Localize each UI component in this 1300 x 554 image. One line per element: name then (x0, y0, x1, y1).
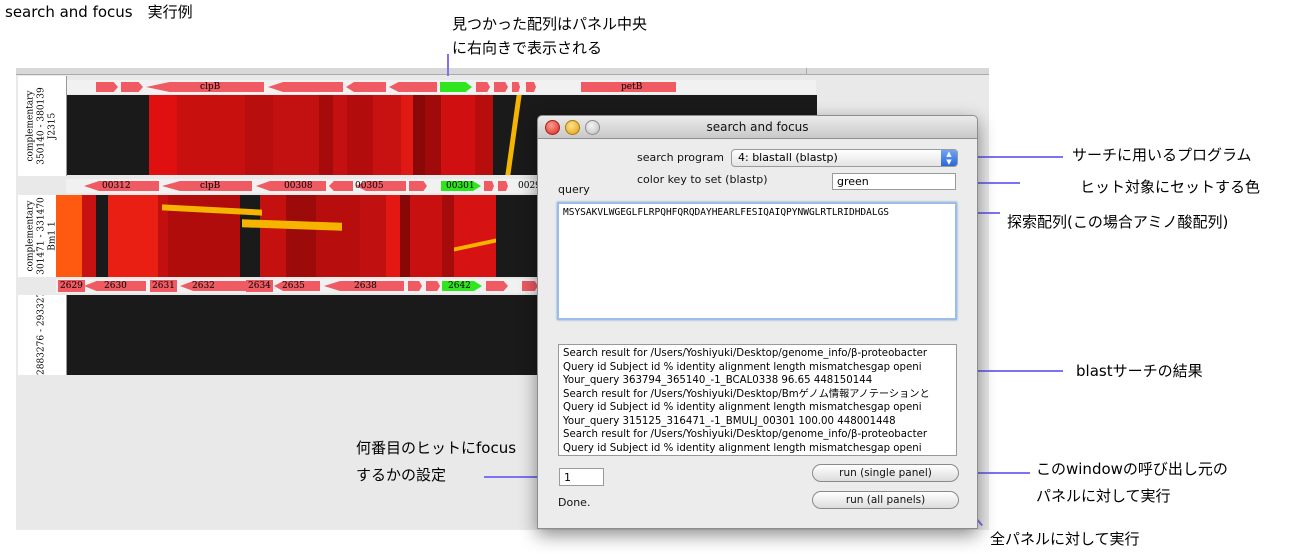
gene-label: 00305 (355, 181, 384, 191)
search-program-value: 4: blastall (blastp) (738, 151, 838, 164)
gene-arrow[interactable] (96, 82, 118, 92)
gene-arrow[interactable] (526, 82, 536, 92)
run-single-panel-button[interactable]: run (single panel) (812, 464, 959, 482)
track-strand: complementary (25, 90, 36, 162)
result-line: Query id Subject id % identity alignment… (563, 361, 922, 373)
gene-arrow[interactable] (498, 181, 508, 191)
track-label-3: 2883276 - 2933275 (18, 295, 67, 375)
search-and-focus-dialog: search and focus search program 4: blast… (537, 115, 978, 529)
gene-arrow[interactable] (409, 181, 427, 191)
found-gene-label: 2642 (448, 281, 471, 291)
result-line: Search result for /Users/Yoshiyuki/Deskt… (563, 388, 930, 400)
gene-arrow[interactable] (426, 281, 440, 291)
page-title: search and focus 実行例 (5, 3, 193, 21)
gene-arrow[interactable] (476, 82, 490, 92)
annotation-hit-index-2: するかの設定 (356, 466, 447, 484)
query-textarea[interactable]: MSYSAKVLWGEGLFLRPQHFQRQDAYHEARLFESIQAIQP… (557, 202, 957, 320)
gene-label: 00312 (102, 181, 131, 191)
color-key-input[interactable]: green (832, 173, 956, 190)
gene-arrow[interactable] (268, 82, 343, 92)
gene-label: 00308 (284, 181, 313, 191)
dialog-title: search and focus (706, 120, 809, 134)
gene-arrow[interactable] (484, 181, 494, 191)
gene-arrow[interactable] (408, 281, 422, 291)
gene-label: petB (621, 82, 643, 92)
result-line: Your_query 315125_316471_-1_BMULJ_00301 … (563, 415, 896, 427)
blast-results-textarea[interactable]: Search result for /Users/Yoshiyuki/Deskt… (558, 344, 957, 456)
status-text: Done. (558, 496, 591, 509)
annotation-blast-result: blastサーチの結果 (1076, 362, 1203, 380)
track-strand: complementary (25, 200, 36, 272)
track-range: 2883276 - 2933275 (36, 295, 47, 375)
result-line: Your_query 363794_365140_-1_BCAL0338 96.… (563, 375, 873, 386)
found-gene-arrow[interactable] (440, 82, 472, 92)
gene-arrow[interactable] (121, 82, 143, 92)
track-range: 301471 - 331470 (36, 197, 47, 275)
annotation-hit-index-1: 何番目のヒットにfocus (356, 439, 517, 457)
annotation-found-seq-1: 見つかった配列はパネル中央 (452, 15, 648, 33)
gene-row-1: clpB petB (66, 80, 816, 94)
browser-tab (806, 68, 987, 74)
dialog-titlebar[interactable]: search and focus (538, 116, 977, 139)
query-label: query (558, 183, 590, 196)
gene-label: 2630 (104, 281, 127, 291)
gene-label: 2631 (150, 280, 177, 292)
annotation-single-panel-2: パネルに対して実行 (1036, 487, 1171, 505)
annotation-all-panels: 全パネルに対して実行 (990, 530, 1140, 548)
search-program-label: search program (637, 151, 724, 164)
track-range: 350140 - 380139 (36, 87, 47, 165)
annotation-query-seq: 探索配列(この場合アミノ酸配列) (1007, 213, 1229, 231)
gene-arrow[interactable] (522, 281, 538, 291)
callout-line (447, 54, 449, 76)
gene-label: clpB (200, 181, 221, 191)
annotation-search-program: サーチに用いるプログラム (1072, 146, 1252, 164)
result-line: Query id Subject id % identity alignment… (563, 402, 922, 413)
result-line: Query id Subject id % identity alignment… (563, 442, 922, 454)
gene-arrow[interactable] (486, 281, 508, 291)
gene-arrow[interactable] (389, 82, 437, 92)
gene-label: 2629 (58, 280, 85, 292)
color-key-label: color key to set (blastp) (637, 173, 768, 186)
gene-label: 2634 (246, 280, 273, 292)
gene-arrow[interactable] (494, 82, 508, 92)
annotation-found-seq-2: に右向きで表示される (452, 39, 603, 57)
run-all-panels-button[interactable]: run (all panels) (812, 491, 959, 509)
gene-label: 2632 (192, 281, 215, 291)
gene-arrow[interactable] (329, 181, 353, 191)
gene-label: 2638 (354, 281, 377, 291)
annotation-color-key: ヒット対象にセットする色 (1080, 178, 1261, 196)
track-name: J2315 (47, 112, 58, 140)
result-line: Search result for /Users/Yoshiyuki/Deskt… (563, 429, 928, 440)
gene-label: 2635 (282, 281, 305, 291)
hit-index-input[interactable]: 1 (559, 468, 604, 486)
track-label-1: complementary 350140 - 380139 J2315 (18, 76, 67, 176)
chevron-up-down-icon: ▲ ▼ (941, 150, 957, 166)
search-program-select[interactable]: 4: blastall (blastp) ▲ ▼ (731, 149, 958, 167)
gene-arrow[interactable] (346, 82, 386, 92)
result-line: Search result for /Users/Yoshiyuki/Deskt… (563, 348, 928, 359)
found-gene-label: 00301 (446, 181, 475, 191)
annotation-single-panel-1: このwindowの呼び出し元の (1036, 460, 1228, 478)
gene-label: clpB (200, 82, 221, 92)
gene-arrow[interactable] (512, 82, 520, 92)
strand-marker (56, 195, 82, 277)
